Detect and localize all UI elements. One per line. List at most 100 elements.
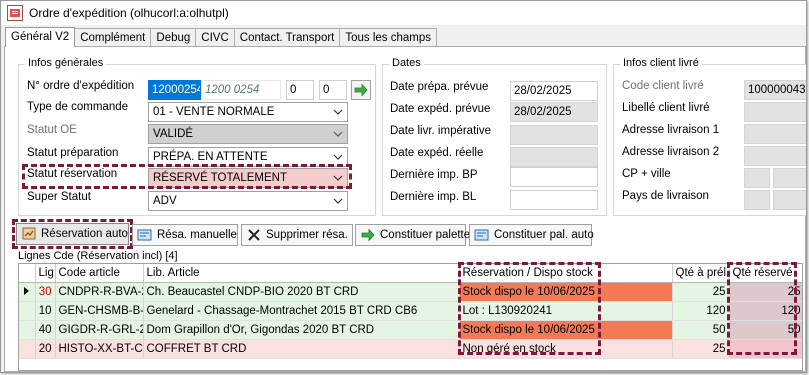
date-prepa-label: Date prépa. prévue (390, 81, 489, 93)
header-marker (19, 264, 36, 283)
cell-lig: 30 (35, 282, 56, 302)
chevron-down-icon (333, 109, 343, 115)
statut-preparation-select[interactable]: PRÉPA. EN ATTENTE (148, 147, 348, 167)
tab-debug[interactable]: Debug (150, 28, 197, 47)
table-row[interactable]: 30 CNDPR-R-BVA-20 Ch. Beaucastel CNDP-BI… (19, 282, 802, 302)
constituer-pal-auto-button[interactable]: Constituer pal. auto (469, 224, 594, 246)
ordre-sub2-input[interactable]: 0 (319, 80, 347, 100)
cell-lig: 20 (35, 339, 56, 359)
cell-qte-reserve: 120 (729, 301, 802, 321)
window-title: Ordre d'expédition (olhucorl:a:olhutpl) (29, 6, 229, 20)
chevron-down-icon (333, 175, 343, 181)
header-qte-a-prel[interactable]: Qté à prél. (672, 264, 730, 283)
super-statut-select[interactable]: ADV (148, 191, 348, 211)
title-bar: Ordre d'expédition (olhucorl:a:olhutpl) (1, 1, 806, 25)
cell-qte: 25 (672, 282, 730, 302)
chevron-down-icon (333, 131, 343, 137)
constituer-palette-label: Constituer palette (380, 229, 471, 241)
group-title-infos-generales: Infos générales (25, 57, 107, 69)
statut-oe-select: VALIDÉ (148, 124, 348, 144)
super-statut-label: Super Statut (27, 191, 91, 203)
constituer-pal-auto-label: Constituer pal. auto (494, 229, 594, 241)
arrow-right-icon (354, 83, 368, 97)
statut-oe-label: Statut OE (27, 124, 77, 136)
group-title-dates: Dates (389, 57, 424, 69)
tab-contact-transport[interactable]: Contact. Transport (233, 28, 341, 47)
header-lib-article[interactable]: Lib. Article (143, 264, 460, 283)
adresse-livraison-2-label: Adresse livraison 2 (622, 146, 720, 158)
resa-manuelle-button[interactable]: Résa. manuelle (132, 224, 238, 246)
date-prepa-input[interactable]: 28/02/2025 (510, 81, 598, 101)
ordre-number-input[interactable]: 12000254 (148, 80, 201, 100)
statut-reservation-label: Statut réservation (27, 168, 118, 180)
pays-name-input (773, 190, 806, 210)
constituer-pal-auto-icon (474, 229, 489, 241)
reservation-auto-label: Réservation auto (41, 228, 128, 240)
group-title-infos-client: Infos client livré (620, 57, 702, 69)
derniere-imp-bp-label: Dernière imp. BP (390, 169, 478, 181)
tab-tous-les-champs[interactable]: Tous les champs (339, 28, 438, 47)
tab-general-v2[interactable]: Général V2 (5, 27, 76, 47)
date-exped-reelle-input (510, 147, 598, 167)
cell-lig: 10 (35, 301, 56, 321)
date-livr-label: Date livr. impérative (390, 125, 491, 137)
grid-caption: Lignes Cde (Réservation incl) [4] (18, 250, 178, 262)
ordre-formatted-field: 1200 0254 (201, 80, 281, 100)
statut-preparation-value: PRÉPA. EN ATTENTE (153, 151, 268, 163)
pays-livraison-label: Pays de livraison (622, 190, 709, 202)
constituer-palette-button[interactable]: Constituer palette (355, 224, 470, 246)
cell-qte-reserve: 25 (729, 282, 802, 302)
table-header-row: Lig Code article Lib. Article Réservatio… (19, 264, 802, 283)
cell-reservation: Non géré en stock (459, 339, 673, 359)
cell-lib: Dom Grapillon d'Or, Gigondas 2020 BT CRD (143, 320, 460, 340)
tab-civc[interactable]: CIVC (195, 28, 235, 47)
header-reservation-dispo[interactable]: Réservation / Dispo stock (459, 264, 673, 283)
cell-code: GEN-CHSMB-B-15 (55, 301, 144, 321)
go-button[interactable] (351, 80, 371, 100)
order-lines-grid[interactable]: Lig Code article Lib. Article Réservatio… (18, 263, 803, 371)
supprimer-resa-button[interactable]: Supprimer résa. (241, 224, 353, 246)
header-qte-reserve[interactable]: Qté réservé (729, 264, 802, 283)
adresse-livraison-1-label: Adresse livraison 1 (622, 124, 720, 136)
derniere-imp-bp-input[interactable] (510, 167, 598, 187)
chevron-down-icon (333, 154, 343, 160)
super-statut-value: ADV (153, 195, 177, 207)
header-lig[interactable]: Lig (35, 264, 56, 283)
libelle-client-label: Libellé client livré (622, 102, 710, 114)
derniere-imp-bl-input[interactable] (510, 190, 598, 210)
ordre-sub1-input[interactable]: 0 (286, 80, 314, 100)
cell-lig: 40 (35, 320, 56, 340)
cell-qte-reserve: 50 (729, 320, 802, 340)
date-exped-input: 28/02/2025 (510, 102, 598, 122)
date-exped-reelle-label: Date expéd. réelle (390, 147, 484, 159)
cp-ville-label: CP + ville (622, 168, 671, 180)
cell-reservation: Lot : L130920241 (459, 301, 673, 321)
reservation-auto-icon (22, 227, 36, 240)
cell-qte: 120 (672, 301, 730, 321)
chevron-down-icon (333, 198, 343, 204)
derniere-imp-bl-label: Dernière imp. BL (390, 191, 477, 203)
cell-qte-reserve (729, 339, 802, 359)
statut-oe-value: VALIDÉ (153, 128, 194, 140)
supprimer-resa-label: Supprimer résa. (266, 229, 348, 241)
table-row[interactable]: 40 GIGDR-R-GRL-20 Dom Grapillon d'Or, Gi… (19, 320, 802, 340)
header-code-article[interactable]: Code article (55, 264, 144, 283)
cell-qte: 25 (672, 339, 730, 359)
type-commande-select[interactable]: 01 - VENTE NORMALE (148, 102, 348, 122)
table-row[interactable]: 10 GEN-CHSMB-B-15 Genelard - Chassage-Mo… (19, 301, 802, 321)
cell-code: HISTO-XX-BT-CRI (55, 339, 144, 359)
table-row[interactable]: 20 HISTO-XX-BT-CRI COFFRET BT CRD Non gé… (19, 339, 802, 359)
main-window: Ordre d'expédition (olhucorl:a:olhutpl) … (0, 0, 807, 373)
libelle-client-input (744, 102, 806, 122)
tab-complement[interactable]: Complément (74, 28, 152, 47)
statut-reservation-select[interactable]: RÉSERVÉ TOTALEMENT (148, 168, 348, 188)
reservation-auto-button[interactable]: Réservation auto (16, 223, 129, 245)
ordre-label: N° ordre d'expédition (27, 80, 135, 92)
ville-input (773, 168, 806, 188)
resa-manuelle-label: Résa. manuelle (157, 229, 237, 241)
cell-lib: COFFRET BT CRD (143, 339, 460, 359)
code-client-input: 100000043 (744, 80, 806, 100)
current-row-marker (19, 282, 36, 302)
cell-reservation: Stock dispo le 10/06/2025 (459, 320, 673, 340)
pays-code-input (744, 190, 770, 210)
